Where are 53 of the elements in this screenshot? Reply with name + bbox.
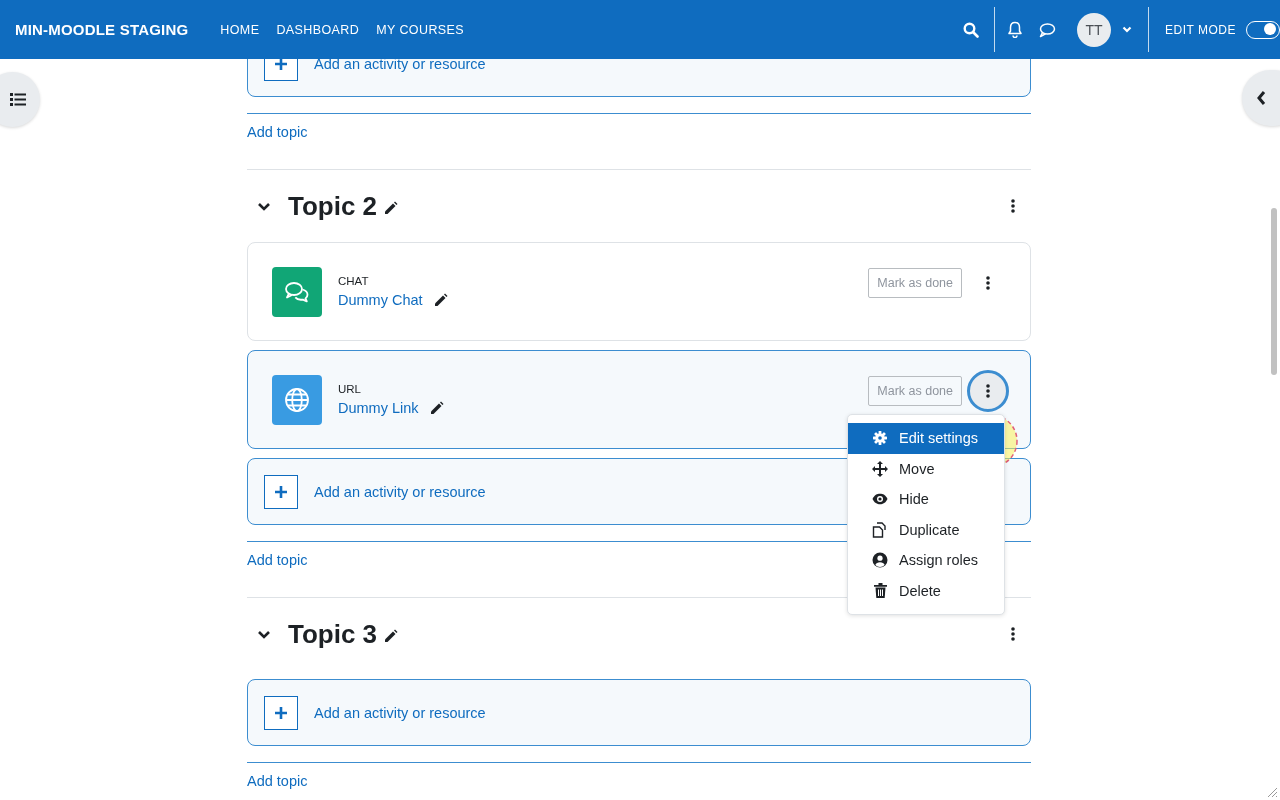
kebab-menu-icon[interactable] xyxy=(1011,199,1015,213)
gear-icon xyxy=(873,431,887,446)
pencil-icon[interactable] xyxy=(428,400,444,416)
chat-activity-icon xyxy=(272,266,322,317)
site-name[interactable]: MIN-MOODLE STAGING xyxy=(15,21,189,38)
plus-icon xyxy=(264,474,298,509)
menu-item[interactable]: Delete xyxy=(848,575,1004,606)
chevron-left-icon xyxy=(1256,90,1266,106)
trash-icon xyxy=(873,583,887,599)
eye-icon xyxy=(872,493,888,506)
globe-icon xyxy=(272,374,322,425)
activity-link[interactable]: Dummy Chat xyxy=(338,292,423,308)
chevron-down-icon[interactable] xyxy=(257,628,271,640)
mark-as-done-button[interactable]: Mark as done xyxy=(868,268,962,298)
bell-icon[interactable] xyxy=(1007,21,1024,38)
kebab-menu-icon xyxy=(986,276,990,290)
section-title: Topic 3 xyxy=(288,618,378,650)
user-avatar[interactable]: TT xyxy=(1077,12,1112,47)
duplicate-icon xyxy=(872,521,888,538)
nav-link[interactable]: MY COURSES xyxy=(376,22,465,37)
pencil-icon[interactable] xyxy=(383,628,399,644)
mark-as-done-button[interactable]: Mark as done xyxy=(868,376,962,406)
move-arrows-icon xyxy=(872,460,888,477)
activity-type: URL xyxy=(338,383,362,395)
search-icon[interactable] xyxy=(963,21,980,38)
add-topic-link[interactable]: Add topic xyxy=(247,773,308,789)
nav-link[interactable]: HOME xyxy=(220,22,260,37)
menu-item[interactable]: Edit settings xyxy=(848,423,1004,454)
scrollbar-thumb[interactable] xyxy=(1271,208,1277,375)
kebab-menu-icon[interactable] xyxy=(1011,627,1015,641)
nav-link[interactable]: DASHBOARD xyxy=(276,22,360,37)
plus-icon xyxy=(264,695,298,730)
caret-icon[interactable] xyxy=(1122,26,1133,33)
pencil-icon[interactable] xyxy=(432,292,448,308)
kebab-menu-icon xyxy=(986,384,990,398)
chevron-down-icon[interactable] xyxy=(257,200,271,212)
activity-link[interactable]: Dummy Link xyxy=(338,400,419,416)
menu-item[interactable]: Hide xyxy=(848,484,1004,515)
section-title: Topic 2 xyxy=(288,190,378,222)
resize-grip-icon xyxy=(1266,786,1278,798)
edit-mode-label: EDIT MODE xyxy=(1165,22,1236,37)
edit-mode-toggle[interactable] xyxy=(1246,20,1280,39)
activity-type: CHAT xyxy=(338,275,370,287)
pencil-icon[interactable] xyxy=(383,200,399,216)
action-menu-button[interactable] xyxy=(967,370,1009,412)
menu-item[interactable]: Assign roles xyxy=(848,545,1004,576)
user-circle-icon xyxy=(872,552,888,569)
chat-bubble-icon[interactable] xyxy=(1038,21,1057,38)
add-activity-button[interactable]: Add an activity or resource xyxy=(247,679,1031,746)
add-topic-link[interactable]: Add topic xyxy=(247,124,308,140)
add-topic-link[interactable]: Add topic xyxy=(247,552,308,568)
list-icon xyxy=(10,93,26,106)
course-index-toggle[interactable] xyxy=(0,72,40,127)
